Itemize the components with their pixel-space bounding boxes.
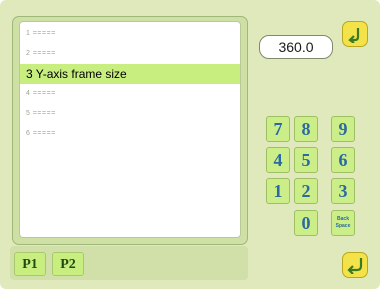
parameter-list: 1 ===== 2 ===== 3 Y-axis frame size 4 ==…	[19, 21, 241, 238]
key-3[interactable]: 3	[331, 178, 355, 204]
list-item-selected[interactable]: 3 Y-axis frame size	[20, 64, 240, 84]
key-9[interactable]: 9	[331, 116, 355, 142]
key-8[interactable]: 8	[294, 116, 318, 142]
key-0[interactable]: 0	[294, 210, 318, 236]
tab-p1[interactable]: P1	[14, 252, 46, 276]
value-display: 360.0	[259, 35, 333, 59]
list-item[interactable]: 5 =====	[20, 104, 240, 124]
key-7[interactable]: 7	[266, 116, 290, 142]
key-2[interactable]: 2	[294, 178, 318, 204]
back-space-button[interactable]: Back Space	[331, 210, 355, 236]
enter-arrow-icon	[347, 258, 363, 274]
list-item[interactable]: 4 =====	[20, 84, 240, 104]
enter-button[interactable]	[342, 252, 368, 278]
tab-p2[interactable]: P2	[52, 252, 84, 276]
list-item[interactable]: 6 =====	[20, 124, 240, 144]
key-5[interactable]: 5	[294, 147, 318, 173]
key-4[interactable]: 4	[266, 147, 290, 173]
list-item[interactable]: 2 =====	[20, 44, 240, 64]
list-item[interactable]: 1 =====	[20, 24, 240, 44]
screen: 1 ===== 2 ===== 3 Y-axis frame size 4 ==…	[0, 0, 380, 289]
key-1[interactable]: 1	[266, 178, 290, 204]
page-tab-bar: P1 P2	[10, 246, 248, 280]
undo-arrow-icon	[348, 28, 360, 43]
key-6[interactable]: 6	[331, 147, 355, 173]
undo-button[interactable]	[342, 21, 368, 47]
parameter-list-panel: 1 ===== 2 ===== 3 Y-axis frame size 4 ==…	[12, 16, 248, 245]
